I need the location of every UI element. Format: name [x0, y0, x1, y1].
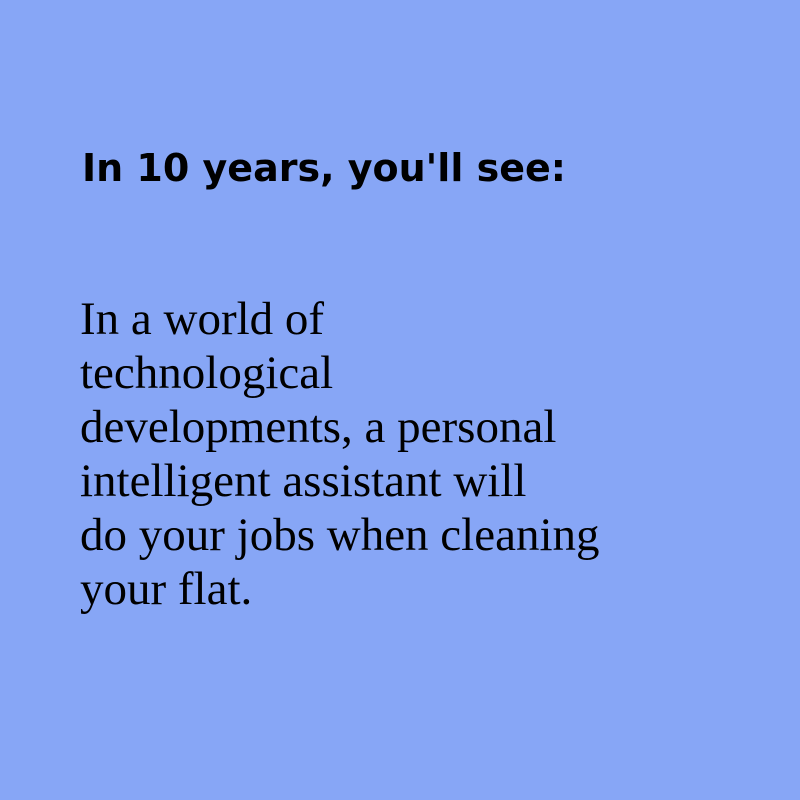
- body-line: technological: [80, 347, 334, 399]
- body-line: In a world of: [80, 293, 325, 345]
- body-line: your flat.: [80, 563, 253, 615]
- quote-card: In 10 years, you'll see: In a world of t…: [0, 0, 800, 800]
- body-line: do your jobs when cleaning: [80, 509, 600, 561]
- body-line: intelligent assistant will: [80, 455, 527, 507]
- heading: In 10 years, you'll see:: [82, 146, 566, 190]
- body-line: developments, a personal: [80, 401, 557, 453]
- body-paragraph: In a world of technological developments…: [80, 292, 600, 616]
